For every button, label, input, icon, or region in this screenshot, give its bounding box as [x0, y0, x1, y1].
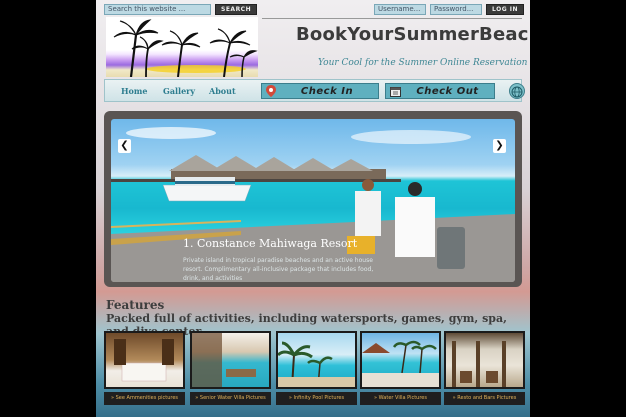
main-navbar: Home Gallery About Check In Check Out	[104, 79, 525, 102]
slide-resort-image: ❮ ❯ 1. Constance Mahiwaga Resort Private…	[111, 119, 515, 282]
login-bar: Username... Password... LOG IN	[374, 4, 524, 15]
logo-palm-trees[interactable]	[106, 17, 258, 77]
nav-gallery[interactable]: Gallery	[163, 86, 195, 96]
site-title: BookYourSummerBeach	[296, 24, 530, 45]
header-divider	[262, 18, 522, 19]
feature-thumb-resto-bars	[444, 331, 525, 389]
search-button[interactable]: SEARCH	[215, 4, 258, 15]
slide-caption: 1. Constance Mahiwaga Resort Private isl…	[183, 237, 383, 282]
feature-label-resto-bars[interactable]: » Resto and Bars Pictures	[444, 392, 525, 405]
search-input[interactable]: Search this website ...	[104, 4, 211, 15]
slide-caption-title: 1. Constance Mahiwaga Resort	[183, 237, 358, 250]
feature-card-resto-bars[interactable]: » Resto and Bars Pictures	[444, 331, 525, 409]
site-tagline: Your Cool for the Summer Online Reservat…	[318, 58, 528, 68]
feature-label-water-villa[interactable]: » Water Villa Pictures	[360, 392, 441, 405]
nav-about[interactable]: About	[209, 86, 236, 96]
feature-label-infinity-pool[interactable]: » Infinity Pool Pictures	[276, 392, 357, 405]
feature-label-amenities[interactable]: » See Ammenities pictures	[104, 392, 185, 405]
feature-card-infinity-pool[interactable]: » Infinity Pool Pictures	[276, 331, 357, 409]
check-out-button[interactable]: Check Out	[385, 83, 495, 99]
slider-prev-button[interactable]: ❮	[118, 139, 131, 153]
features-heading: Features	[106, 298, 165, 312]
feature-card-water-villa[interactable]: » Water Villa Pictures	[360, 331, 441, 409]
check-in-label: Check In	[300, 85, 354, 97]
feature-thumb-water-villa	[360, 331, 441, 389]
nav-home[interactable]: Home	[121, 86, 147, 96]
feature-thumb-infinity-pool	[276, 331, 357, 389]
login-button[interactable]: LOG IN	[486, 4, 524, 15]
slider-next-button[interactable]: ❯	[493, 139, 506, 153]
feature-thumb-amenities	[104, 331, 185, 389]
image-slider: ❮ ❯ 1. Constance Mahiwaga Resort Private…	[104, 111, 522, 287]
slide-caption-description: Private island in tropical paradise beac…	[183, 257, 374, 282]
feature-card-amenities[interactable]: » See Ammenities pictures	[104, 331, 185, 409]
feature-label-senior-villa[interactable]: » Senior Water Villa Pictures	[190, 392, 271, 405]
map-pin-icon	[266, 82, 276, 101]
feature-thumb-senior-villa	[190, 331, 271, 389]
check-in-button[interactable]: Check In	[261, 83, 379, 99]
username-field[interactable]: Username...	[374, 4, 426, 15]
calendar-icon	[390, 82, 401, 101]
search-bar: Search this website ... SEARCH	[104, 4, 258, 15]
password-field[interactable]: Password...	[430, 4, 482, 15]
check-out-label: Check Out	[416, 85, 479, 97]
page: Search this website ... SEARCH Username.…	[96, 0, 530, 417]
globe-icon[interactable]	[509, 83, 525, 99]
feature-card-senior-villa[interactable]: » Senior Water Villa Pictures	[190, 331, 271, 409]
